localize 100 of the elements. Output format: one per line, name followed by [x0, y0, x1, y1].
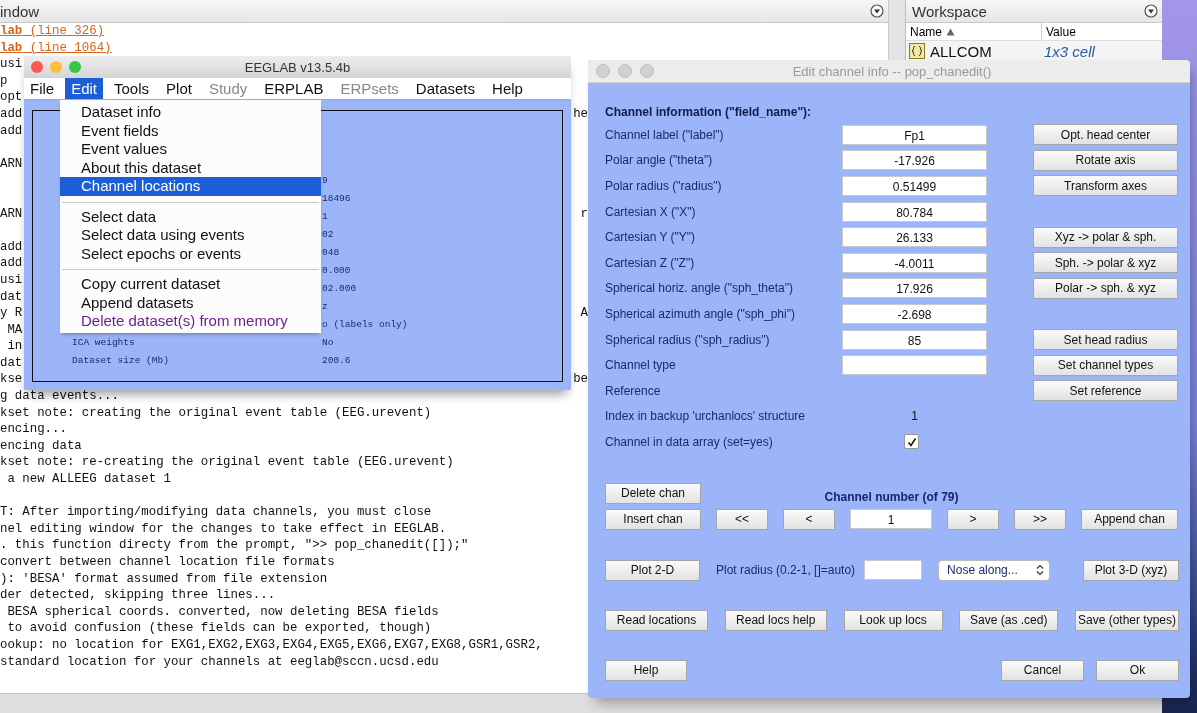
field-label: Spherical azimuth angle ("sph_phi") [605, 306, 796, 321]
plot-radius-field[interactable] [864, 560, 923, 581]
cancel-button[interactable]: Cancel [1001, 659, 1084, 681]
console-line: standard location for your channels at eeglab@sccn.ucsd.edu [0, 653, 439, 671]
console-line: r [580, 205, 588, 223]
console-line: ARN [0, 155, 23, 173]
panel-title: Workspace [912, 2, 987, 20]
close-button[interactable] [596, 64, 610, 78]
menu-item[interactable]: Select data using events [60, 226, 321, 245]
menu-item[interactable]: Channel locations [60, 177, 321, 196]
action-button[interactable]: Transform axes [1033, 175, 1178, 197]
console-line: usi [0, 271, 23, 289]
field-label: Channel label ("label") [605, 127, 725, 142]
error-link[interactable]: lab (line 1064) [0, 39, 112, 57]
input-field[interactable]: 17.926 [842, 278, 987, 299]
menu-item[interactable]: Delete dataset(s) from memory [60, 312, 321, 331]
action-button[interactable]: Rotate axis [1033, 149, 1178, 171]
menu-item[interactable]: Event values [60, 140, 321, 159]
last-button[interactable]: >> [1014, 508, 1066, 530]
next-button[interactable]: > [947, 508, 999, 530]
action-button[interactable]: Polar -> sph. & xyz [1033, 277, 1178, 299]
menu-item[interactable]: Dataset info [60, 103, 321, 122]
input-field[interactable]: 80.784 [842, 201, 987, 222]
zoom-button[interactable] [69, 61, 81, 73]
console-line: he [573, 105, 588, 123]
file-button[interactable]: Save (other types) [1075, 609, 1179, 631]
file-button[interactable]: Read locations [605, 609, 708, 631]
menu-item[interactable]: Append datasets [60, 293, 321, 312]
field-label: Polar radius ("radius") [605, 179, 723, 193]
console-line: a new ALLEEG dataset 1 [6, 471, 172, 488]
menu-item[interactable]: About this dataset [60, 158, 321, 177]
help-button[interactable]: Help [605, 659, 687, 681]
menu-item[interactable]: Event fields [60, 121, 321, 140]
info-value: o (labels only) [322, 318, 408, 330]
field-label: Reference [605, 383, 662, 398]
menu-item[interactable]: Help [486, 78, 529, 99]
column-header[interactable]: Name [906, 23, 1042, 40]
info-value: 18496 [322, 192, 351, 204]
info-value: z [322, 300, 328, 312]
action-button[interactable]: Opt. head center [1033, 124, 1178, 146]
console-line: add [0, 238, 23, 256]
action-button[interactable]: Sph. -> polar & xyz [1033, 252, 1178, 274]
input-field[interactable]: -2.698 [842, 303, 987, 324]
menu-item[interactable]: Select epochs or events [60, 244, 321, 263]
console-line: A [580, 305, 588, 322]
console-line: y R [0, 305, 23, 322]
console-line: to avoid confusion (these fields can be exported, though) [6, 620, 432, 637]
menu-item[interactable]: ERPLAB [258, 78, 330, 99]
menu-item[interactable]: Tools [108, 78, 156, 99]
delete-button[interactable]: Delete chan [605, 482, 701, 504]
action-button[interactable]: Set head radius [1033, 329, 1178, 351]
file-button[interactable]: Read locs help [724, 609, 827, 631]
info-label: Dataset size (Mb) [72, 354, 169, 366]
console-line: T: After importing/modifying data channels, you must close [0, 504, 432, 521]
previous-button[interactable]: < [783, 508, 835, 530]
append-button[interactable]: Append chan [1081, 508, 1178, 530]
input-field[interactable]: -17.926 [842, 150, 987, 171]
nose-select[interactable]: Nose along... [938, 559, 1051, 581]
insert-button[interactable]: Insert chan [605, 508, 701, 530]
console-line: usi [0, 56, 23, 73]
input-field[interactable]: -4.0011 [842, 252, 987, 273]
field-label: Index in backup 'urchanlocs' structure [605, 409, 807, 424]
input-field[interactable]: 26.133 [842, 227, 987, 248]
column-header[interactable]: Value [1042, 23, 1152, 40]
file-button[interactable]: Save (as .ced) [959, 609, 1059, 631]
dropdown-icon[interactable] [1144, 4, 1158, 18]
input-field[interactable]: 85 [842, 329, 987, 350]
ok-button[interactable]: Ok [1096, 659, 1179, 681]
menu-item[interactable]: File [24, 78, 61, 99]
menu-item[interactable]: Edit [65, 78, 104, 99]
menu-item[interactable]: Copy current dataset [60, 275, 321, 294]
error-link[interactable]: lab (line 326) [0, 23, 105, 40]
input-field[interactable]: 0.51499 [842, 176, 987, 196]
close-button[interactable] [31, 61, 43, 73]
menu-item[interactable]: Select data [60, 207, 321, 226]
index-value: 1 [911, 409, 918, 424]
file-button[interactable]: Look up locs [843, 609, 943, 631]
field-label: Channel in data array (set=yes) [605, 434, 774, 449]
plot-2d-button[interactable]: Plot 2-D [605, 559, 700, 581]
field-label: Polar angle ("theta") [605, 153, 714, 168]
minimize-button[interactable] [50, 61, 62, 73]
input-field[interactable]: Fp1 [842, 124, 987, 145]
dropdown-icon[interactable] [870, 4, 884, 18]
zoom-button[interactable] [640, 64, 654, 78]
channel-number-field[interactable]: 1 [850, 509, 932, 530]
checkbox[interactable] [904, 434, 919, 450]
field-label: Cartesian Y ("Y") [605, 230, 697, 245]
console-line: ookup: no location for EXG1,EXG2,EXG3,EXG4,EXG5,EXG6,EXG7,EXG8,GSR1,GSR2, [0, 636, 543, 654]
action-button[interactable]: Set channel types [1033, 354, 1178, 376]
menu-item[interactable]: Plot [160, 78, 198, 99]
action-button[interactable]: Set reference [1033, 380, 1178, 402]
first-button[interactable]: << [716, 508, 768, 530]
action-button[interactable]: Xyz -> polar & sph. [1033, 226, 1178, 248]
variable-name[interactable]: ALLCOM [930, 42, 1044, 60]
menu-item[interactable]: Datasets [409, 78, 482, 99]
minimize-button[interactable] [618, 64, 632, 78]
console-line: convert between channel location file formats [0, 554, 335, 571]
window-title: EEGLAB v13.5.4b [243, 59, 352, 75]
plot-3d-button[interactable]: Plot 3-D (xyz) [1083, 559, 1179, 581]
input-field[interactable] [842, 355, 987, 376]
